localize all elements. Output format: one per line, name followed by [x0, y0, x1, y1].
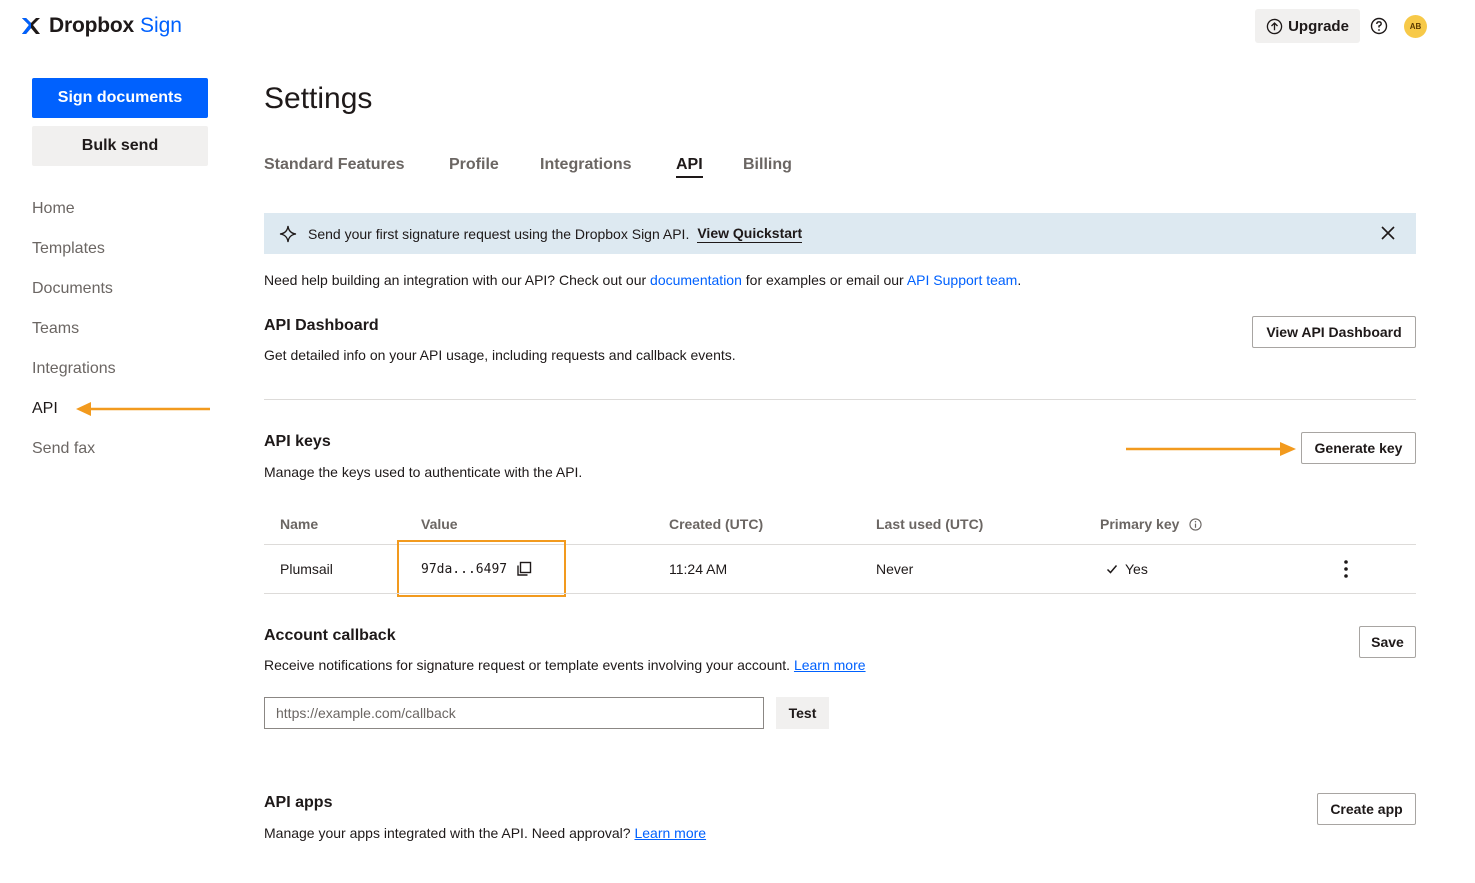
- view-quickstart-link[interactable]: View Quickstart: [697, 225, 803, 243]
- bulk-send-button[interactable]: Bulk send: [32, 126, 208, 166]
- sidebar-item-teams[interactable]: Teams: [32, 320, 79, 338]
- dropbox-sign-logo[interactable]: Dropbox Sign: [20, 14, 182, 38]
- key-name: Plumsail: [280, 561, 333, 577]
- api-keys-title: API keys: [264, 433, 331, 450]
- tab-profile[interactable]: Profile: [449, 156, 499, 174]
- api-apps-title: API apps: [264, 794, 333, 811]
- account-callback-title: Account callback: [264, 627, 396, 644]
- key-last-used: Never: [876, 561, 914, 577]
- help-suffix: .: [1017, 272, 1022, 288]
- annotation-arrow-left: [76, 402, 210, 416]
- help-icon[interactable]: [1370, 17, 1388, 35]
- close-icon[interactable]: [1380, 225, 1396, 241]
- upgrade-label: Upgrade: [1288, 17, 1349, 35]
- active-tab-indicator: [676, 176, 703, 178]
- sidebar-item-send-fax[interactable]: Send fax: [32, 440, 95, 458]
- api-dashboard-desc: Get detailed info on your API usage, inc…: [264, 347, 736, 363]
- callback-url-input[interactable]: [264, 697, 764, 729]
- sidebar-item-documents[interactable]: Documents: [32, 280, 113, 298]
- test-button[interactable]: Test: [776, 697, 829, 729]
- primary-key-label: Primary key: [1100, 516, 1180, 532]
- apps-learn-more-link[interactable]: Learn more: [634, 825, 706, 841]
- api-apps-desc: Manage your apps integrated with the API…: [264, 825, 706, 841]
- help-middle: for examples or email our: [745, 272, 904, 288]
- tab-api[interactable]: API: [676, 156, 703, 174]
- api-keys-desc: Manage the keys used to authenticate wit…: [264, 464, 583, 480]
- save-button[interactable]: Save: [1359, 626, 1416, 658]
- tab-billing[interactable]: Billing: [743, 156, 792, 174]
- help-prefix: Need help building an integration with o…: [264, 272, 647, 288]
- account-callback-desc: Receive notifications for signature requ…: [264, 657, 866, 673]
- api-dashboard-title: API Dashboard: [264, 317, 379, 334]
- documentation-link[interactable]: documentation: [650, 272, 742, 288]
- avatar[interactable]: AB: [1404, 15, 1427, 38]
- key-primary: Yes: [1125, 561, 1148, 577]
- column-header-last-used: Last used (UTC): [876, 516, 984, 532]
- tab-integrations[interactable]: Integrations: [540, 156, 632, 174]
- column-header-created: Created (UTC): [669, 516, 764, 532]
- annotation-arrow-right: [1126, 442, 1296, 456]
- key-created: 11:24 AM: [669, 561, 728, 577]
- banner-text: Send your first signature request using …: [308, 225, 690, 242]
- callback-desc-text: Receive notifications for signature requ…: [264, 657, 791, 673]
- page-title: Settings: [264, 82, 373, 115]
- info-icon[interactable]: [1189, 517, 1203, 531]
- column-header-primary: Primary key: [1100, 516, 1203, 532]
- column-header-value: Value: [421, 516, 458, 532]
- generate-key-button[interactable]: Generate key: [1301, 432, 1416, 464]
- more-options-icon[interactable]: [1340, 559, 1352, 579]
- sidebar-item-integrations[interactable]: Integrations: [32, 360, 116, 378]
- brand-name: Dropbox: [49, 14, 134, 37]
- quickstart-banner: Send your first signature request using …: [264, 213, 1416, 254]
- annotation-highlight-box: [397, 540, 566, 597]
- sidebar-item-home[interactable]: Home: [32, 200, 75, 218]
- sign-documents-button[interactable]: Sign documents: [32, 78, 208, 118]
- column-header-name: Name: [280, 516, 319, 532]
- upgrade-icon: [1266, 18, 1283, 34]
- help-text: Need help building an integration with o…: [264, 272, 1021, 288]
- sidebar-item-api[interactable]: API: [32, 400, 58, 418]
- check-icon: [1106, 565, 1118, 574]
- table-row-divider: [264, 593, 1416, 594]
- sidebar-item-templates[interactable]: Templates: [32, 240, 105, 258]
- apps-desc-text: Manage your apps integrated with the API…: [264, 825, 631, 841]
- dropbox-logo-icon: [22, 18, 40, 34]
- brand-sub: Sign: [139, 14, 182, 37]
- view-api-dashboard-button[interactable]: View API Dashboard: [1252, 316, 1416, 348]
- callback-learn-more-link[interactable]: Learn more: [794, 657, 866, 673]
- create-app-button[interactable]: Create app: [1317, 793, 1416, 825]
- upgrade-button[interactable]: Upgrade: [1255, 9, 1360, 43]
- key-primary-cell: Yes: [1106, 561, 1148, 577]
- section-divider: [264, 399, 1416, 400]
- sparkle-icon: [279, 225, 297, 242]
- api-support-link[interactable]: API Support team: [907, 272, 1018, 288]
- tab-standard-features[interactable]: Standard Features: [264, 156, 404, 174]
